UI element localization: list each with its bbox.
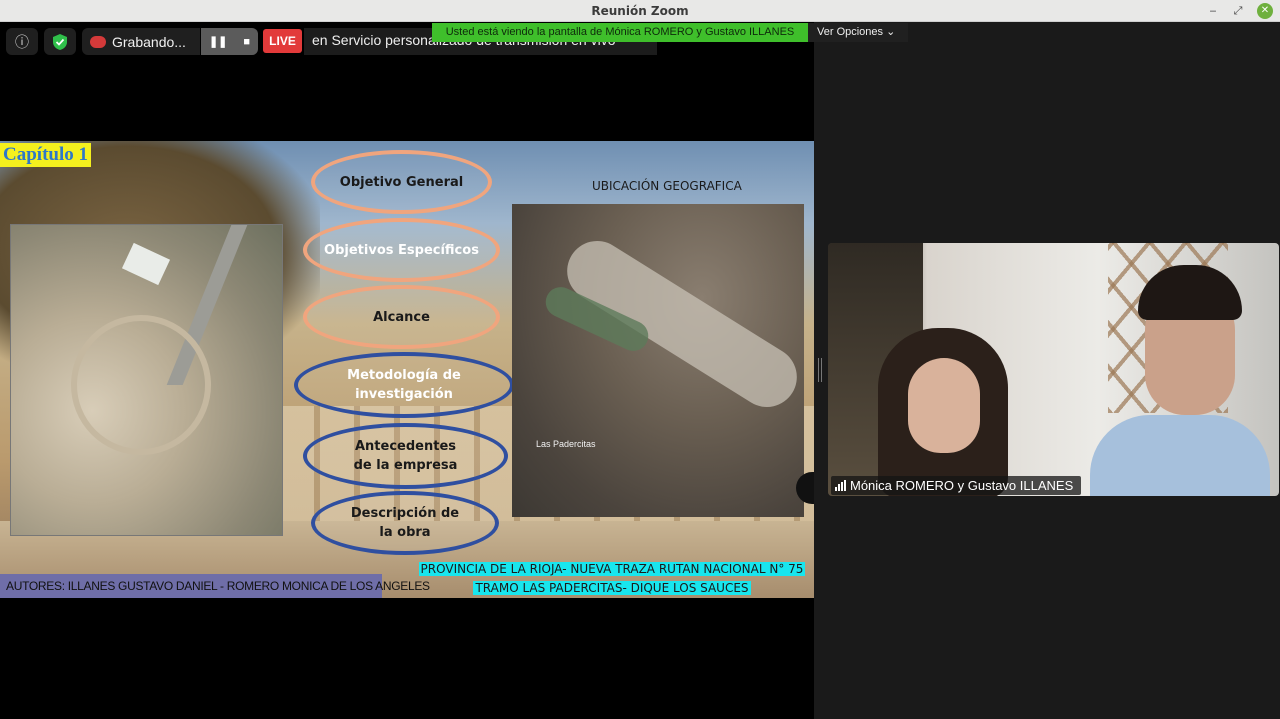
authors-caption: AUTORES: ILLANES GUSTAVO DANIEL - ROMERO… <box>0 574 430 598</box>
cloud-record-icon <box>90 35 106 48</box>
recording-indicator[interactable]: Grabando... <box>82 28 200 55</box>
topic-objetivos-especificos: Objetivos Específicos <box>303 218 500 282</box>
viewing-screen-banner: Usted está viendo la pantalla de Mónica … <box>432 23 808 42</box>
security-shield-icon[interactable] <box>44 28 76 55</box>
participant-name: Mónica ROMERO y Gustavo ILLANES <box>850 478 1074 493</box>
participant-name-tag: Mónica ROMERO y Gustavo ILLANES <box>831 476 1082 495</box>
panel-resize-handle[interactable] <box>818 358 822 382</box>
view-options-button[interactable]: Ver Opciones ⌄ <box>808 23 908 42</box>
meeting-info-icon[interactable]: ⓘ <box>6 28 38 55</box>
participant-woman <box>878 328 1008 496</box>
topic-descripcion-obra: Descripción de la obra <box>311 491 499 555</box>
connection-signal-icon <box>835 480 846 491</box>
woman-face <box>908 358 980 453</box>
window-titlebar: Reunión Zoom ‒ ⤢ ✕ <box>0 0 1280 22</box>
man-hair <box>1138 265 1242 320</box>
window-title: Reunión Zoom <box>591 4 689 18</box>
participant-man <box>1090 265 1270 496</box>
project-caption-line2: TRAMO LAS PADERCITAS- DIQUE LOS SAUCES <box>473 581 751 595</box>
chapter-title: Capítulo 1 <box>0 143 91 167</box>
man-shirt <box>1090 415 1270 496</box>
topic-metodologia: Metodología de investigación <box>294 352 514 418</box>
recording-label: Grabando... <box>112 33 186 50</box>
satellite-map-image: Las Padercitas <box>512 204 809 517</box>
aerial-building <box>121 242 171 286</box>
topic-antecedentes: Antecedentes de la empresa <box>303 423 508 489</box>
topic-objetivo-general: Objetivo General <box>311 150 492 214</box>
map-place-label: Las Padercitas <box>536 439 596 449</box>
aerial-site-image <box>10 224 283 536</box>
live-badge[interactable]: LIVE <box>263 29 302 53</box>
minimize-button[interactable]: ‒ <box>1205 3 1221 19</box>
close-button[interactable]: ✕ <box>1257 3 1273 19</box>
participant-video[interactable] <box>828 243 1279 496</box>
project-caption-line1: PROVINCIA DE LA RIOJA- NUEVA TRAZA RUTAN… <box>418 562 806 576</box>
aerial-track <box>71 315 211 455</box>
topic-alcance: Alcance <box>303 285 500 349</box>
recording-controls: ❚❚ ■ <box>201 28 258 55</box>
project-caption: PROVINCIA DE LA RIOJA- NUEVA TRAZA RUTAN… <box>414 560 810 598</box>
presentation-slide: Capítulo 1 Objetivo General Objetivos Es… <box>0 141 814 598</box>
maximize-button[interactable]: ⤢ <box>1230 3 1246 19</box>
shield-icon <box>53 33 67 50</box>
geo-location-title: UBICACIÓN GEOGRAFICA <box>592 179 742 193</box>
stop-recording-button[interactable]: ■ <box>243 36 250 48</box>
pause-recording-button[interactable]: ❚❚ <box>209 35 227 48</box>
